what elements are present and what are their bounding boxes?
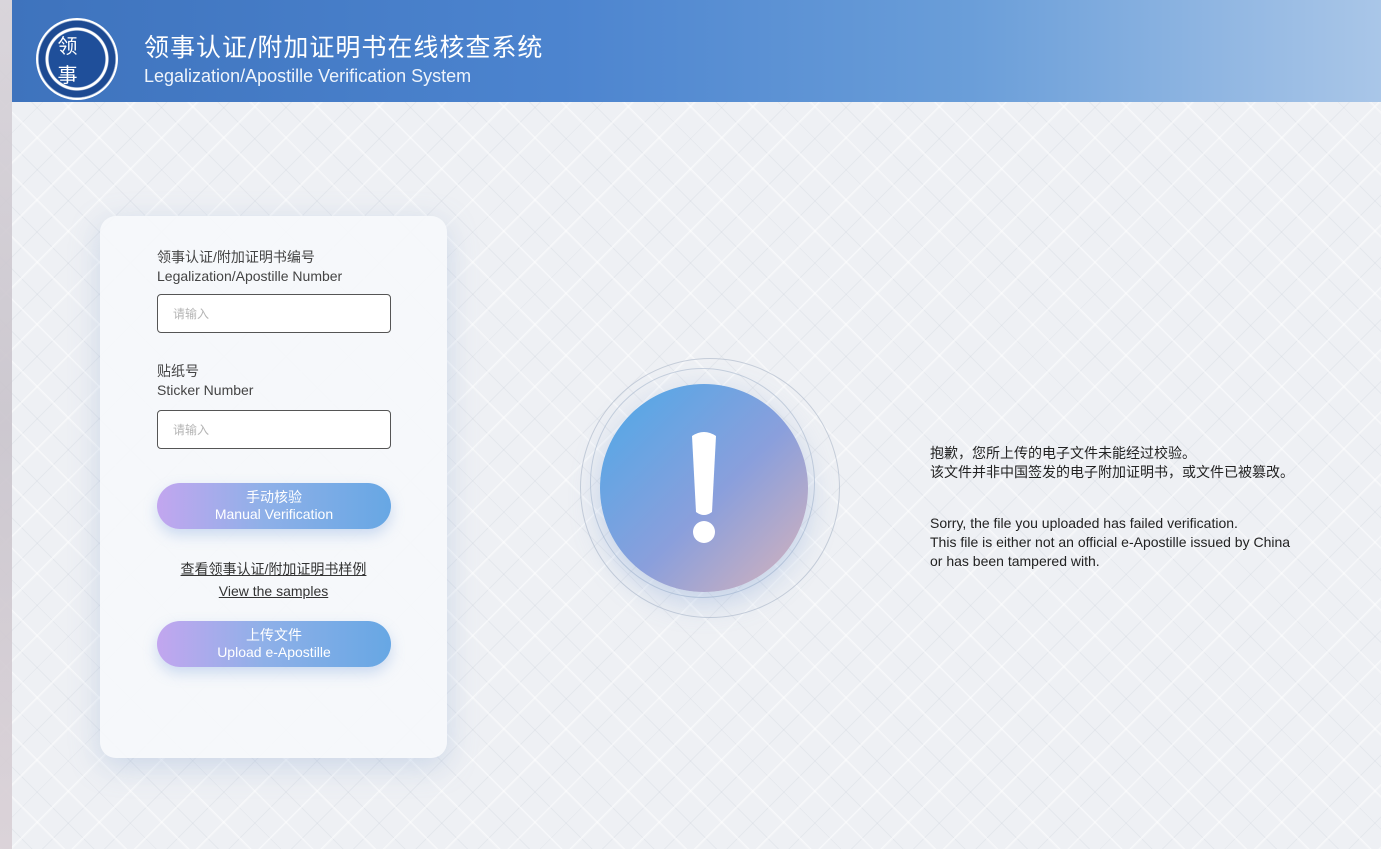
error-message-en-line3: or has been tampered with. [930, 553, 1100, 569]
page-header: 领事 领事认证/附加证明书在线核查系统 Legalization/Apostil… [12, 0, 1381, 102]
logo-text: 领事 [57, 34, 78, 87]
sticker-label-cn: 贴纸号 [157, 363, 199, 379]
upload-label-en: Upload e-Apostille [217, 644, 331, 660]
sticker-label-en: Sticker Number [157, 382, 254, 398]
left-edge-strip [0, 0, 12, 849]
manual-verification-button[interactable]: 手动核验 Manual Verification [157, 483, 391, 529]
consular-affairs-seal-icon: 领事 [38, 20, 116, 98]
view-samples-link-en[interactable]: View the samples [100, 581, 447, 602]
exclamation-mark-glyph [692, 432, 716, 543]
error-message-cn-line1: 抱歉，您所上传的电子文件未能经过校验。 [930, 445, 1196, 461]
page-subtitle: Legalization/Apostille Verification Syst… [144, 66, 472, 86]
exclamation-icon [600, 384, 808, 592]
sticker-number-input[interactable] [157, 410, 391, 449]
manual-verification-label-cn: 手动核验 [246, 489, 302, 505]
manual-verification-label-en: Manual Verification [214, 506, 334, 522]
number-label-en: Legalization/Apostille Number [157, 268, 343, 284]
error-message-en-line2: This file is either not an official e-Ap… [930, 534, 1291, 550]
upload-label-cn: 上传文件 [246, 627, 302, 643]
view-samples-link-cn[interactable]: 查看领事认证/附加证明书样例 [100, 559, 447, 580]
error-message-cn-line2: 该文件并非中国签发的电子附加证明书，或文件已被篡改。 [930, 464, 1294, 480]
number-label-cn: 领事认证/附加证明书编号 [157, 249, 315, 265]
apostille-number-input[interactable] [157, 294, 391, 333]
error-message-en-line1: Sorry, the file you uploaded has failed … [930, 515, 1238, 531]
page-title: 领事认证/附加证明书在线核查系统 [144, 33, 544, 62]
verification-panel: 领事认证/附加证明书编号 Legalization/Apostille Numb… [100, 216, 447, 758]
upload-e-apostille-button[interactable]: 上传文件 Upload e-Apostille [157, 621, 391, 667]
